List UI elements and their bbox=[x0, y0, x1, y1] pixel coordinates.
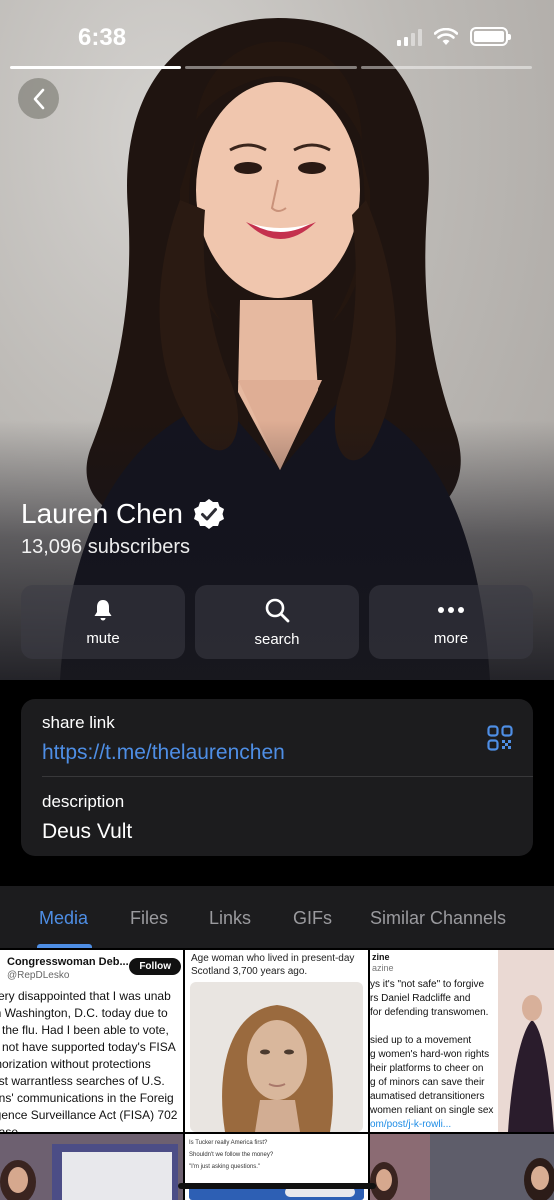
media-tile-magazine-image[interactable] bbox=[498, 950, 554, 1132]
status-bar: 6:38 bbox=[0, 0, 554, 70]
channel-info-card: share link https://t.me/thelaurenchen de… bbox=[21, 699, 533, 856]
tab-gifs[interactable]: GIFs bbox=[293, 908, 332, 929]
media-tile-text-post[interactable]: Is Tucker really America first? Shouldn't… bbox=[185, 1134, 368, 1200]
article-text: ys it's "not safe" to forgive rs Daniel R… bbox=[370, 979, 494, 1130]
channel-name: Lauren Chen bbox=[21, 498, 183, 529]
article-source: zine bbox=[372, 952, 390, 962]
qr-code-icon[interactable] bbox=[487, 725, 513, 751]
mute-button[interactable]: mute bbox=[21, 585, 185, 659]
tab-media[interactable]: Media bbox=[39, 908, 88, 929]
cellular-signal-icon bbox=[397, 28, 422, 46]
share-link-label: share link bbox=[42, 713, 115, 732]
reconstruction-image bbox=[190, 982, 363, 1132]
mute-label: mute bbox=[86, 629, 120, 647]
media-tile-video-1[interactable] bbox=[0, 1134, 183, 1200]
media-tile-video-2[interactable] bbox=[370, 1134, 554, 1200]
tweet-author: Congresswoman Deb... bbox=[7, 956, 129, 968]
more-button[interactable]: more bbox=[369, 585, 533, 659]
back-button[interactable] bbox=[18, 78, 59, 119]
chevron-left-icon bbox=[33, 88, 44, 109]
more-label: more bbox=[433, 629, 469, 647]
bell-icon bbox=[94, 599, 112, 620]
text-post-content: Is Tucker really America first? Shouldn't… bbox=[189, 1140, 274, 1170]
article-handle: azine bbox=[372, 963, 394, 973]
magazine-cover-image bbox=[498, 950, 554, 1132]
description-section: description Deus Vult bbox=[42, 792, 132, 844]
tab-files[interactable]: Files bbox=[130, 908, 168, 929]
follow-button: Follow bbox=[129, 958, 181, 975]
active-tab-indicator bbox=[37, 944, 92, 948]
description-label: description bbox=[42, 792, 125, 811]
wifi-icon bbox=[434, 27, 458, 45]
search-label: search bbox=[254, 630, 300, 648]
media-tabs: Media Files Links GIFs Similar Channels bbox=[0, 886, 554, 948]
description-text: Deus Vult bbox=[42, 820, 133, 843]
status-icons bbox=[397, 27, 511, 46]
media-tile-article[interactable]: zine azine ys it's "not safe" to forgive… bbox=[370, 950, 498, 1132]
battery-icon bbox=[470, 27, 511, 46]
media-tile-reconstruction[interactable]: Age woman who lived in present-day Scotl… bbox=[185, 950, 368, 1132]
video-thumbnail-image bbox=[0, 1134, 183, 1200]
photo-progress-bars bbox=[10, 66, 532, 69]
share-link-section: share link https://t.me/thelaurenchen bbox=[42, 713, 285, 765]
media-grid: Congresswoman Deb... @RepDLesko Follow v… bbox=[0, 950, 554, 1200]
video-thumbnail-image bbox=[370, 1134, 554, 1200]
tab-links[interactable]: Links bbox=[209, 908, 251, 929]
search-button[interactable]: search bbox=[195, 585, 359, 659]
media-tile-tweet[interactable]: Congresswoman Deb... @RepDLesko Follow v… bbox=[0, 950, 183, 1132]
channel-hero bbox=[0, 0, 554, 680]
verified-badge-icon bbox=[193, 499, 224, 529]
share-link[interactable]: https://t.me/thelaurenchen bbox=[42, 741, 285, 765]
home-indicator[interactable] bbox=[178, 1183, 376, 1189]
tweet-handle: @RepDLesko bbox=[7, 970, 70, 981]
more-dots-icon bbox=[438, 606, 464, 613]
tab-similar-channels[interactable]: Similar Channels bbox=[370, 908, 506, 929]
text-post-banner bbox=[189, 1184, 364, 1200]
search-icon bbox=[265, 598, 290, 622]
channel-name-row: Lauren Chen bbox=[21, 498, 225, 530]
tweet-text: very disappointed that I was unab in Wash… bbox=[0, 989, 178, 1132]
subscriber-count: 13,096 subscribers bbox=[21, 536, 190, 558]
status-time: 6:38 bbox=[78, 24, 127, 51]
info-divider bbox=[42, 776, 533, 777]
action-row: mute search more bbox=[21, 585, 533, 659]
